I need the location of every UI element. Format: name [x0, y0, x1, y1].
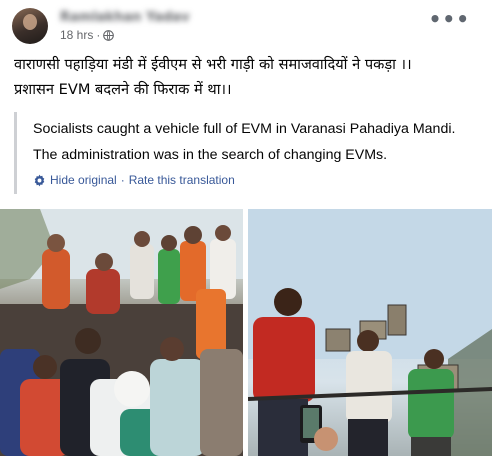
globe-icon [103, 29, 115, 41]
hide-original-link[interactable]: Hide original [50, 173, 117, 187]
post-text: वाराणसी पहाड़िया मंडी में ईवीएम से भरी ग… [14, 52, 484, 102]
post-text-line-1: वाराणसी पहाड़िया मंडी में ईवीएम से भरी ग… [14, 56, 412, 73]
translation-line-1: Socialists caught a vehicle full of EVM … [33, 121, 456, 137]
translation-line-2: The administration was in the search of … [33, 147, 388, 163]
actions-separator: · [120, 173, 125, 187]
author-name[interactable]: Ramlakhan Yadav [60, 10, 190, 26]
crowd-on-vehicle-photo[interactable] [0, 209, 243, 456]
more-options-icon[interactable]: ••• [429, 9, 470, 29]
translation-block: Socialists caught a vehicle full of EVM … [14, 112, 487, 194]
men-holding-evm-photo[interactable] [248, 209, 492, 456]
post-meta: 18 hrs · [60, 28, 115, 42]
meta-separator: · [96, 28, 101, 42]
author-avatar[interactable] [12, 8, 48, 44]
gear-icon[interactable] [33, 174, 46, 187]
translation-text: Socialists caught a vehicle full of EVM … [33, 116, 483, 168]
post-timestamp[interactable]: 18 hrs [60, 28, 93, 42]
post-text-line-2: प्रशासन EVM बदलने की फिराक में था।। [14, 81, 232, 98]
facebook-post: Ramlakhan Yadav 18 hrs · ••• वाराणसी पहा… [0, 0, 492, 456]
rate-translation-link[interactable]: Rate this translation [129, 173, 235, 187]
translation-actions: Hide original · Rate this translation [33, 173, 235, 187]
